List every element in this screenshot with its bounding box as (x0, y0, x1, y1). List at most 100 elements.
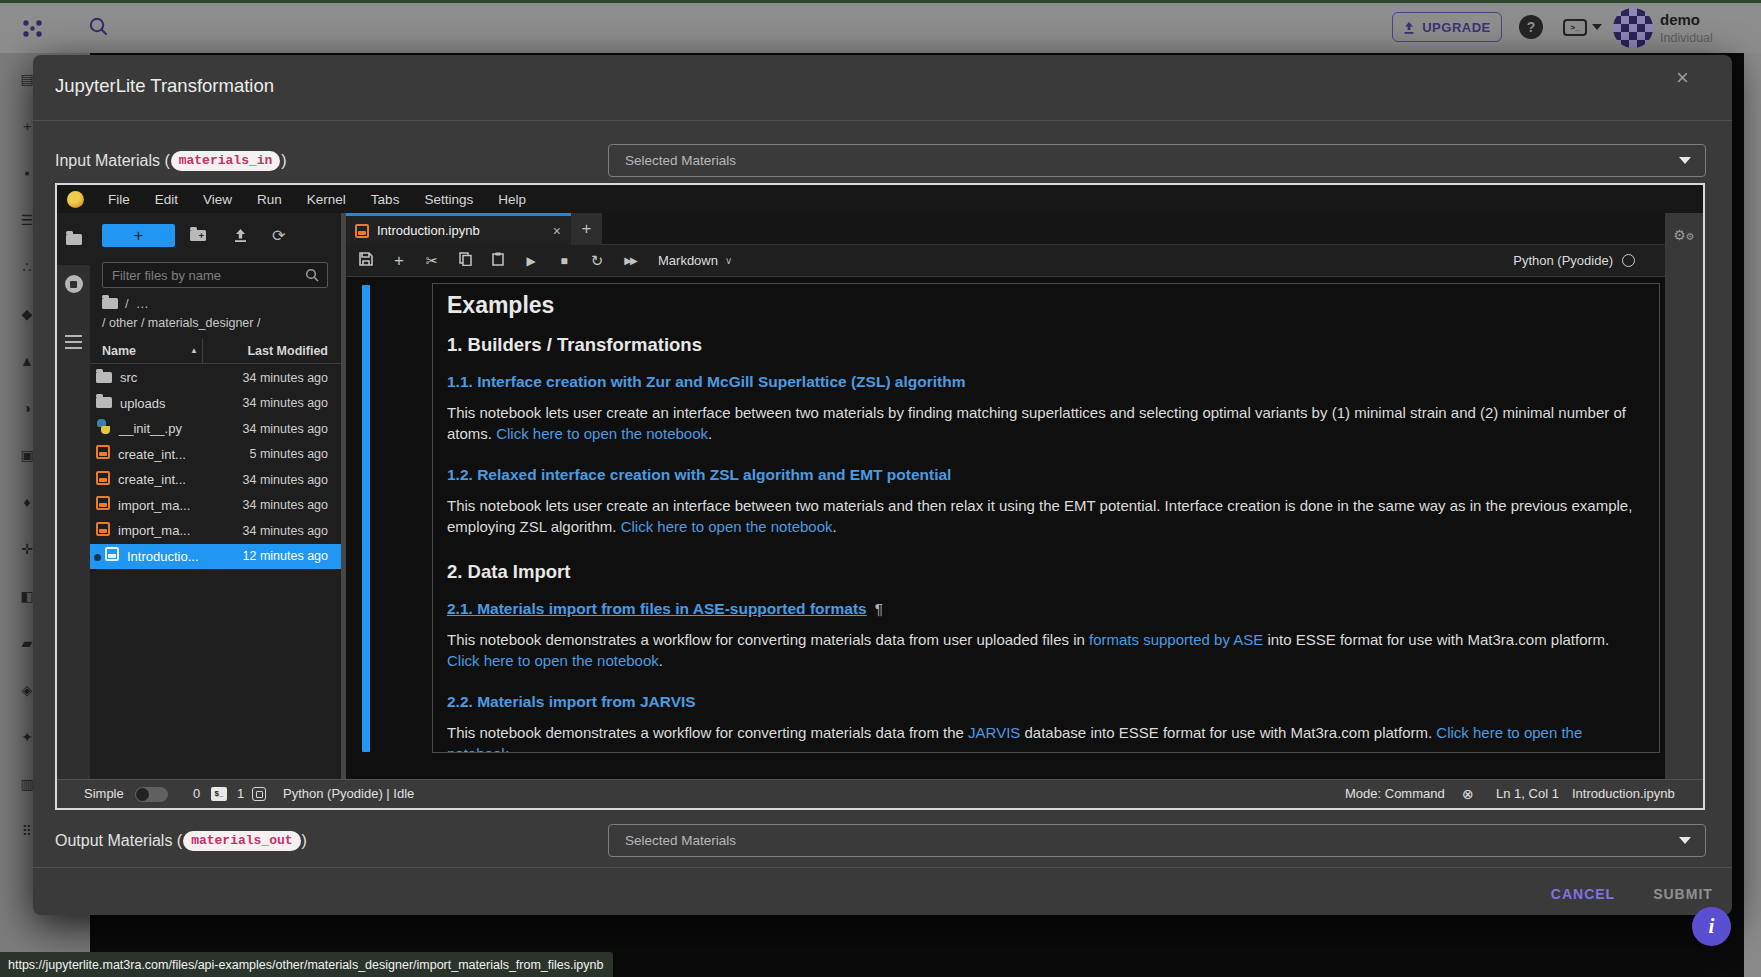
file-row-introductio-[interactable]: Introductio...12 minutes ago (90, 544, 341, 570)
run-icon[interactable]: ▶ (523, 254, 539, 268)
property-inspector-icon[interactable]: ⚙⚙ (1665, 227, 1703, 243)
terminal-count[interactable]: 0 (193, 786, 200, 801)
file-row-src[interactable]: src34 minutes ago (90, 365, 341, 391)
new-folder-button[interactable]: + (190, 224, 206, 247)
markdown-link[interactable]: Click here to open the notebook (621, 518, 833, 535)
console-button[interactable]: >_ (1563, 19, 1587, 36)
cell-type-select[interactable]: Markdown (658, 253, 718, 268)
menu-kernel[interactable]: Kernel (295, 192, 358, 207)
markdown-heading-link[interactable]: 1.1. Interface creation with Zur and McG… (447, 373, 1645, 391)
file-modified: 34 minutes ago (243, 498, 328, 512)
tab-introduction-ipynb[interactable]: Introduction.ipynb × (346, 213, 571, 245)
avatar[interactable] (1613, 8, 1653, 48)
tab-file-browser[interactable] (57, 213, 90, 265)
window-top-edge (0, 0, 1761, 3)
close-icon[interactable]: × (1676, 65, 1689, 91)
column-last-modified[interactable]: Last Modified (247, 344, 328, 358)
python-file-icon (96, 419, 111, 434)
fast-forward-icon[interactable]: ▶▶ (622, 255, 638, 266)
menu-run[interactable]: Run (245, 192, 294, 207)
copy-icon[interactable] (457, 252, 473, 269)
input-materials-select[interactable]: Selected Materials (608, 144, 1706, 177)
tab-close-icon[interactable]: × (553, 223, 561, 239)
markdown-heading-link[interactable]: 2.2. Materials import from JARVIS (447, 693, 1645, 711)
sort-asc-icon[interactable]: ▲ (190, 346, 198, 355)
input-label-paren: ) (281, 152, 286, 170)
column-divider (202, 339, 203, 364)
upload-icon (1403, 21, 1415, 34)
tab-table-of-contents[interactable] (57, 335, 90, 353)
restart-icon[interactable]: ↻ (589, 252, 605, 270)
kernel-status-label[interactable]: Python (Pyodide) | Idle (283, 786, 414, 801)
notebook-toolbar: + ✂ ▶ ■ ↻ ▶▶ Markdown ∨ Python (Pyodide) (346, 245, 1665, 277)
paste-icon[interactable] (490, 252, 506, 269)
filter-files-input[interactable]: Filter files by name (102, 262, 328, 288)
shield-icon[interactable]: ⊗ (1462, 786, 1474, 802)
markdown-heading-link[interactable]: 1.2. Relaxed interface creation with ZSL… (447, 466, 1645, 484)
top-app-bar: UPGRADE ? >_ demo Individual (0, 0, 1761, 53)
file-row-create-int-[interactable]: create_int...5 minutes ago (90, 442, 341, 468)
submit-button[interactable]: SUBMIT (1643, 886, 1723, 902)
file-list: src34 minutes agouploads34 minutes ago__… (90, 365, 341, 569)
file-row--init-py[interactable]: __init__.py34 minutes ago (90, 416, 341, 442)
notebook-icon (105, 547, 119, 561)
file-row-import-ma-[interactable]: import_ma...34 minutes ago (90, 493, 341, 519)
new-launcher-button[interactable]: + (102, 224, 175, 247)
menu-view[interactable]: View (191, 192, 244, 207)
kernel-count[interactable]: 1 (237, 786, 244, 801)
markdown-heading: 2. Data Import (447, 561, 1645, 583)
menu-settings[interactable]: Settings (412, 192, 485, 207)
jupyter-menu-bar: FileEditViewRunKernelTabsSettingsHelp (57, 185, 1703, 213)
folder-icon (96, 372, 112, 383)
kernel-name[interactable]: Python (Pyodide) (1513, 253, 1613, 268)
breadcrumb-path[interactable]: / other / materials_designer / (102, 316, 260, 330)
output-materials-label: Output Materials (materials_out) (55, 824, 307, 857)
markdown-heading-link[interactable]: 2.1. Materials import from files in ASE-… (447, 600, 1645, 618)
cut-icon[interactable]: ✂ (424, 252, 440, 270)
output-materials-select[interactable]: Selected Materials (608, 824, 1706, 857)
home-folder-icon[interactable] (102, 298, 118, 309)
file-row-import-ma-[interactable]: import_ma...34 minutes ago (90, 518, 341, 544)
add-cell-icon[interactable]: + (391, 251, 407, 271)
console-caret-icon[interactable] (1592, 24, 1602, 30)
info-fab-button[interactable]: i (1692, 907, 1731, 946)
upgrade-button[interactable]: UPGRADE (1392, 12, 1502, 42)
refresh-button[interactable]: ⟳ (272, 224, 285, 247)
menu-tabs[interactable]: Tabs (359, 192, 412, 207)
search-icon[interactable] (88, 16, 109, 37)
breadcrumb-root[interactable]: / (125, 296, 129, 311)
menu-edit[interactable]: Edit (143, 192, 190, 207)
input-select-value: Selected Materials (625, 153, 1679, 168)
new-tab-button[interactable]: + (571, 213, 602, 245)
column-name[interactable]: Name (102, 344, 136, 358)
markdown-cell[interactable]: Examples1. Builders / Transformations1.1… (432, 283, 1660, 753)
markdown-link[interactable]: formats supported by ASE (1089, 631, 1263, 648)
anchor-pilcrow[interactable]: ¶ (875, 600, 883, 617)
file-row-create-int-[interactable]: create_int...34 minutes ago (90, 467, 341, 493)
notebook-icon (96, 471, 110, 485)
tab-running-sessions[interactable] (57, 275, 90, 297)
file-row-uploads[interactable]: uploads34 minutes ago (90, 391, 341, 417)
upload-button[interactable] (233, 224, 248, 247)
markdown-heading: Examples (447, 292, 1645, 319)
markdown-link[interactable]: Click here to open the notebook (496, 425, 708, 442)
help-button[interactable]: ? (1519, 15, 1543, 39)
selected-cell-bar[interactable] (362, 285, 370, 752)
kernel-icon (252, 787, 266, 801)
search-icon (305, 268, 319, 282)
markdown-link[interactable]: JARVIS (968, 724, 1020, 741)
stop-icon[interactable]: ■ (556, 254, 572, 268)
plus-icon: + (582, 219, 592, 239)
markdown-link[interactable]: Click here to open the notebook (447, 652, 659, 669)
breadcrumb[interactable]: / … (102, 295, 149, 311)
save-icon[interactable] (358, 252, 374, 269)
folder-icon (96, 397, 112, 408)
menu-help[interactable]: Help (486, 192, 538, 207)
simple-mode-toggle[interactable] (135, 787, 168, 802)
cancel-button[interactable]: CANCEL (1543, 886, 1623, 902)
breadcrumb-ellipsis[interactable]: … (136, 296, 149, 311)
menu-file[interactable]: File (96, 192, 142, 207)
mat3ra-logo[interactable] (22, 18, 44, 40)
cursor-position[interactable]: Ln 1, Col 1 (1496, 786, 1559, 801)
file-modified: 12 minutes ago (243, 549, 328, 563)
